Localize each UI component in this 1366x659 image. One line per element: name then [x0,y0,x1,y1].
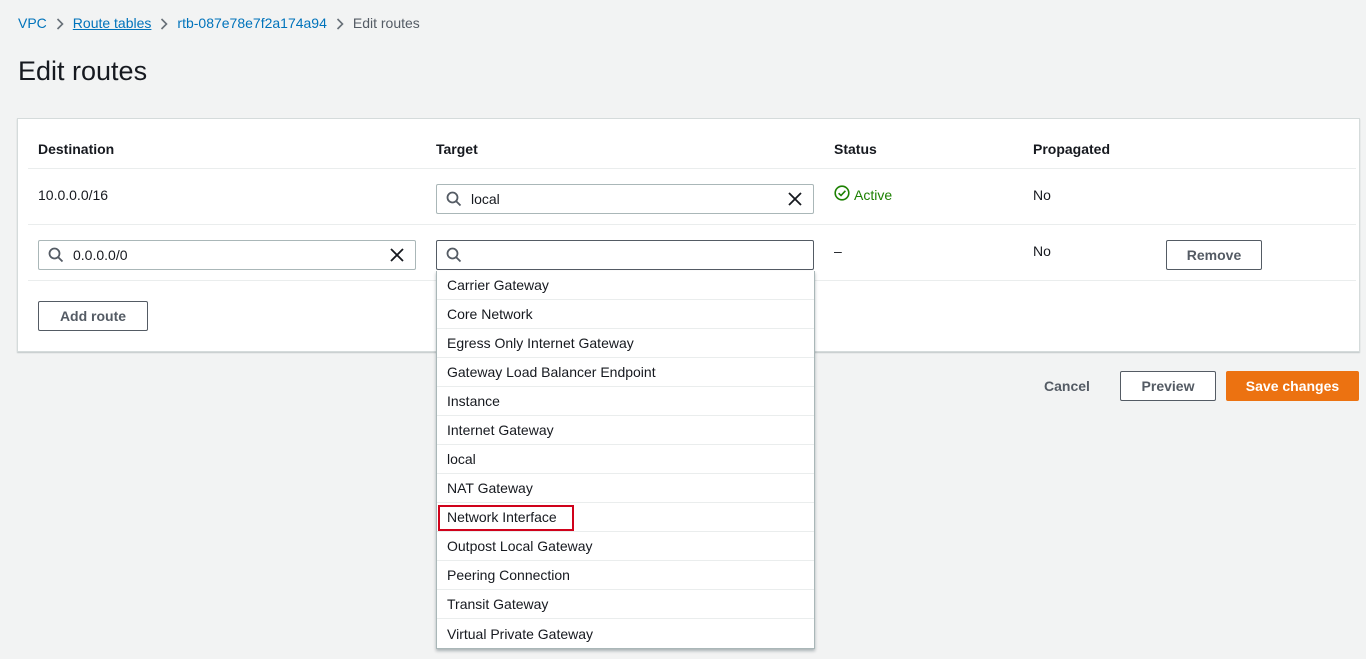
close-icon[interactable] [777,192,813,206]
route-1-propagated: No [1033,187,1051,203]
header-target: Target [436,141,478,157]
route-1-status-text: Active [854,186,893,203]
preview-button[interactable]: Preview [1120,371,1216,401]
route-1-status: Active [834,185,892,204]
dropdown-option-label: Network Interface [447,509,557,525]
dropdown-option-carrier-gateway[interactable]: Carrier Gateway [437,271,814,300]
route-2-destination-value: 0.0.0.0/0 [73,247,128,263]
dropdown-option-network-interface[interactable]: Network Interface [437,503,814,532]
chevron-right-icon [151,15,177,31]
breadcrumb-route-table-id[interactable]: rtb-087e78e7f2a174a94 [177,15,326,31]
divider [28,168,1356,169]
dropdown-option-gateway-load-balancer-endpoint[interactable]: Gateway Load Balancer Endpoint [437,358,814,387]
route-2-destination-input[interactable]: 0.0.0.0/0 [38,240,416,270]
target-dropdown-menu: Carrier Gateway Core Network Egress Only… [436,271,815,649]
dropdown-option-peering-connection[interactable]: Peering Connection [437,561,814,590]
header-propagated: Propagated [1033,141,1111,157]
dropdown-option-egress-only-internet-gateway[interactable]: Egress Only Internet Gateway [437,329,814,358]
header-status: Status [834,141,877,157]
breadcrumb-current: Edit routes [352,15,420,31]
breadcrumb-vpc[interactable]: VPC [18,15,47,31]
search-icon [437,247,471,263]
chevron-right-icon [47,15,73,31]
route-1-target-value: local [471,191,500,207]
add-route-button[interactable]: Add route [38,301,148,331]
route-1-destination: 10.0.0.0/16 [38,187,109,203]
breadcrumb: VPC Route tables rtb-087e78e7f2a174a94 E… [18,14,420,32]
route-2-propagated: No [1033,243,1051,259]
dropdown-option-internet-gateway[interactable]: Internet Gateway [437,416,814,445]
chevron-right-icon [327,15,353,31]
page-title: Edit routes [18,56,148,86]
route-1-target-input[interactable]: local [436,184,814,214]
dropdown-option-nat-gateway[interactable]: NAT Gateway [437,474,814,503]
dropdown-option-outpost-local-gateway[interactable]: Outpost Local Gateway [437,532,814,561]
route-2-status: – [834,243,842,259]
breadcrumb-route-tables[interactable]: Route tables [73,15,152,31]
close-icon[interactable] [379,248,415,262]
dropdown-option-instance[interactable]: Instance [437,387,814,416]
remove-route-button[interactable]: Remove [1166,240,1262,270]
dropdown-option-core-network[interactable]: Core Network [437,300,814,329]
route-2-target-input[interactable] [436,240,814,270]
search-icon [437,191,471,207]
cancel-button[interactable]: Cancel [1030,371,1104,401]
dropdown-option-local[interactable]: local [437,445,814,474]
divider [28,224,1356,225]
dropdown-option-virtual-private-gateway[interactable]: Virtual Private Gateway [437,619,814,648]
dropdown-option-transit-gateway[interactable]: Transit Gateway [437,590,814,619]
search-icon [39,247,73,263]
check-circle-icon [834,185,854,204]
header-destination: Destination [38,141,115,157]
save-changes-button[interactable]: Save changes [1226,371,1359,401]
